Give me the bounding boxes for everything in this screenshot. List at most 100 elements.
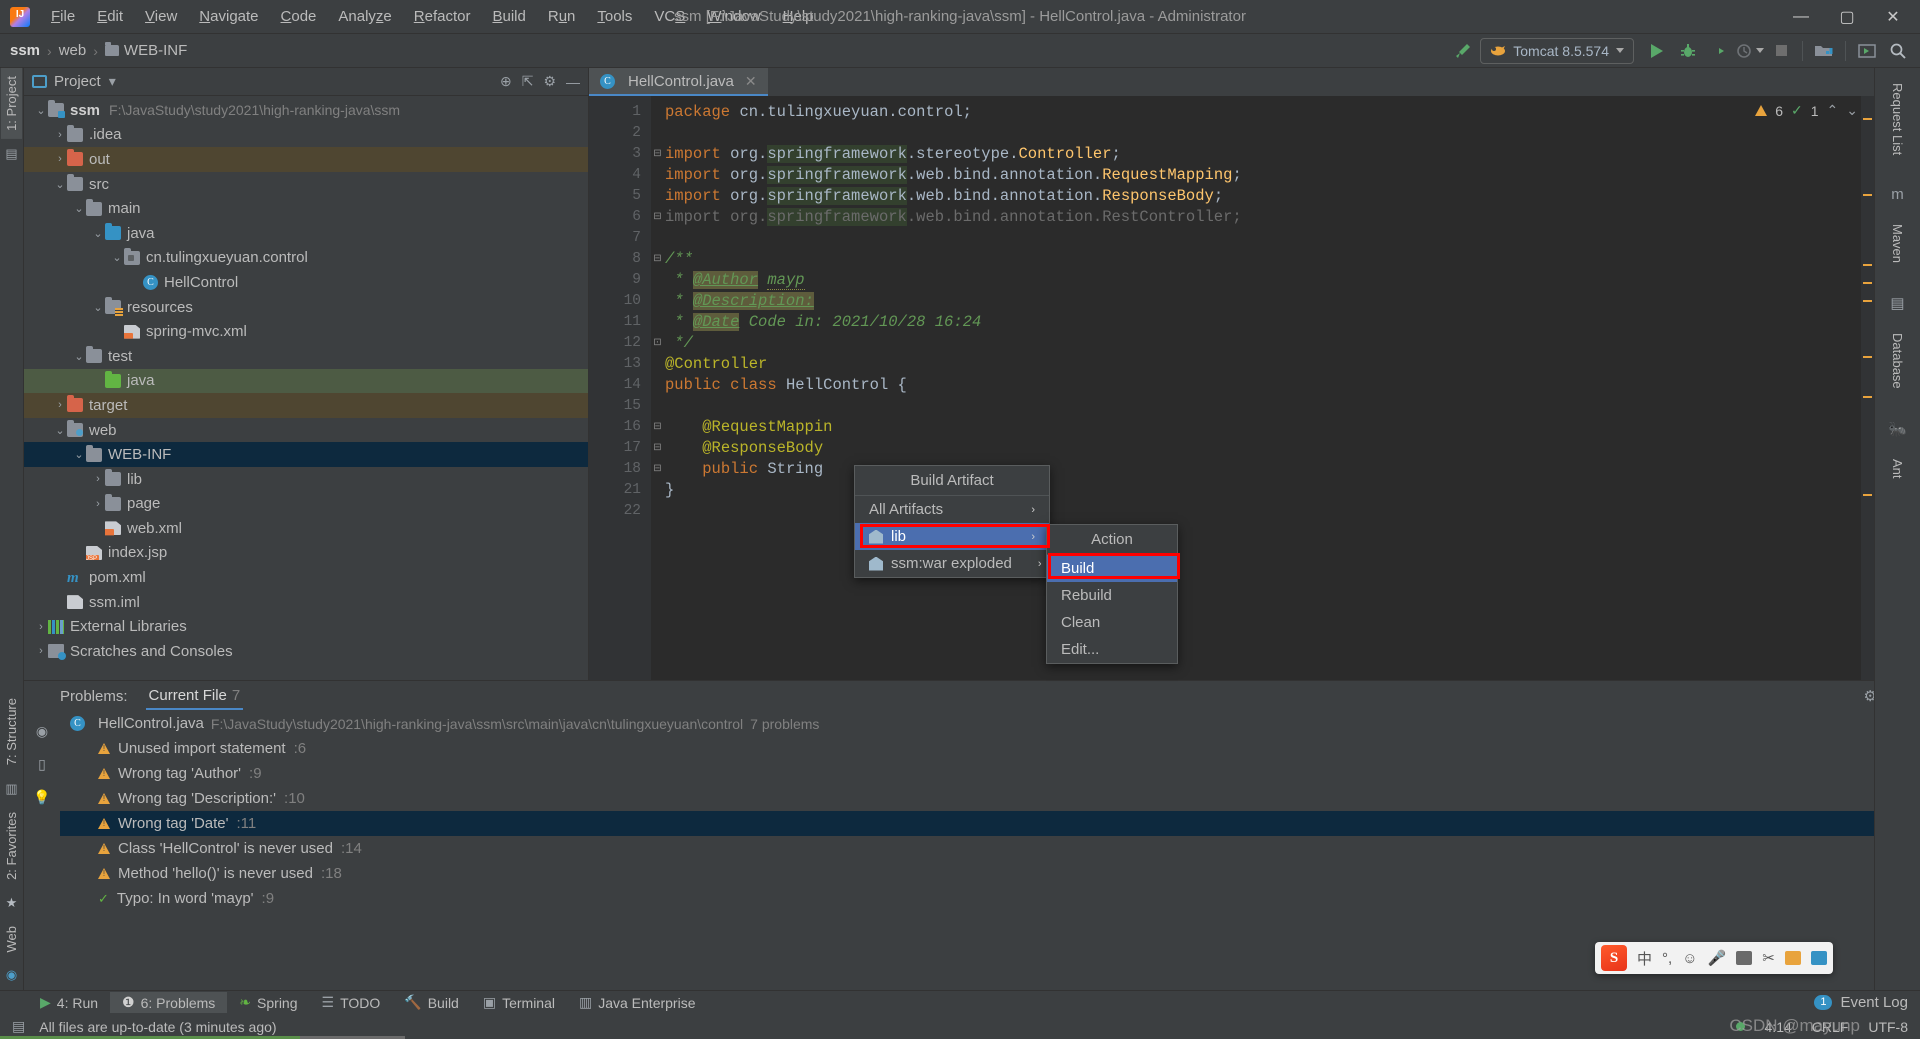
code-line[interactable]: package cn.tulingxueyuan.control; — [665, 102, 1861, 123]
tree-node-scratches-and-consoles[interactable]: ›Scratches and Consoles — [24, 639, 588, 664]
problem-row[interactable]: Wrong tag 'Description:':10 — [60, 786, 1920, 811]
menu-refactor[interactable]: Refactor — [403, 4, 482, 29]
tab-current-file[interactable]: Current File7 — [146, 683, 244, 710]
breadcrumb-item-webinf[interactable]: WEB-INF — [105, 42, 187, 59]
tree-node-main[interactable]: ⌄main — [24, 196, 588, 221]
close-icon[interactable]: ✕ — [745, 73, 757, 90]
eye-icon[interactable]: ◉ — [36, 723, 48, 740]
line-number-gutter[interactable]: 123⊟456⊟78⊟9101112⊡13141516⊟17⊟18⊟2122 — [589, 96, 651, 680]
problem-row[interactable]: Unused import statement:6 — [60, 736, 1920, 761]
tool-tab-project[interactable]: 1: Project — [1, 68, 22, 139]
code-line[interactable]: @RequestMappin — [665, 417, 1861, 438]
star-icon[interactable]: ★ — [6, 895, 18, 911]
tool-tab-structure[interactable]: 7: Structure — [1, 690, 22, 773]
profile-button[interactable] — [1736, 38, 1764, 64]
globe-icon[interactable]: ◉ — [6, 967, 17, 983]
code-line[interactable] — [665, 123, 1861, 144]
chevron-right-icon[interactable]: › — [53, 129, 67, 141]
project-structure-icon[interactable] — [1810, 38, 1838, 64]
chevron-right-icon[interactable]: › — [34, 645, 48, 657]
chevron-down-icon[interactable]: ⌄ — [72, 350, 86, 363]
menu-run[interactable]: Run — [537, 4, 587, 29]
inspection-widget[interactable]: 6 ✓ 1 ⌃ ⌄ — [1755, 102, 1858, 119]
menu-file[interactable]: File — [40, 4, 86, 29]
tree-node-web-inf[interactable]: ⌄WEB-INF — [24, 442, 588, 467]
code-line[interactable]: import org.springframework.web.bind.anno… — [665, 165, 1861, 186]
menu-build[interactable]: Build — [481, 4, 536, 29]
update-project-icon[interactable] — [1853, 38, 1881, 64]
tree-node-ssm[interactable]: ⌄ssmF:\JavaStudy\study2021\high-ranking-… — [24, 98, 588, 123]
folder-icon[interactable]: ▤ — [5, 146, 17, 162]
source-code[interactable]: package cn.tulingxueyuan.control; import … — [651, 96, 1861, 680]
code-line[interactable]: @ResponseBody — [665, 438, 1861, 459]
file-encoding[interactable]: UTF-8 — [1868, 1019, 1908, 1035]
problem-row[interactable]: Class 'HellControl' is never used:14 — [60, 836, 1920, 861]
tree-node-spring-mvc-xml[interactable]: spring-mvc.xml — [24, 319, 588, 344]
chevron-right-icon[interactable]: › — [91, 473, 105, 485]
code-line[interactable]: /** — [665, 249, 1861, 270]
locate-file-icon[interactable]: ⊕ — [500, 73, 512, 90]
error-marker-strip[interactable] — [1861, 96, 1874, 680]
tree-node-page[interactable]: ›page — [24, 492, 588, 517]
chevron-down-icon[interactable]: ⌄ — [110, 251, 124, 264]
tree-node-web[interactable]: ⌄web — [24, 418, 588, 443]
ime-mode-chinese[interactable]: 中 — [1637, 948, 1652, 969]
hide-panel-icon[interactable]: — — [566, 74, 580, 90]
tree-node-index-jsp[interactable]: index.jsp — [24, 541, 588, 566]
tree-node-lib[interactable]: ›lib — [24, 467, 588, 492]
ime-box-icon[interactable] — [1785, 951, 1801, 965]
breadcrumb-item-project[interactable]: ssm — [10, 42, 40, 59]
tool-tab-maven[interactable]: Maven — [1888, 217, 1907, 270]
code-line[interactable]: import org.springframework.web.bind.anno… — [665, 186, 1861, 207]
chevron-down-icon[interactable]: ⌄ — [53, 424, 67, 437]
tree-node-src[interactable]: ⌄src — [24, 172, 588, 197]
code-line[interactable] — [665, 396, 1861, 417]
chevron-down-icon[interactable]: ⌄ — [72, 448, 86, 461]
tool-tab-ant[interactable]: Ant — [1888, 452, 1907, 486]
run-button[interactable] — [1643, 38, 1671, 64]
tool-button-terminal[interactable]: ▣ Terminal — [471, 992, 567, 1013]
tree-node-out[interactable]: ›out — [24, 147, 588, 172]
menu-vcs[interactable]: VCS — [643, 4, 696, 29]
chevron-right-icon[interactable]: › — [34, 621, 48, 633]
code-line[interactable]: * @Description: — [665, 291, 1861, 312]
code-line[interactable]: public String — [665, 459, 1861, 480]
lightbulb-icon[interactable]: 💡 — [33, 789, 50, 806]
code-line[interactable]: */ — [665, 333, 1861, 354]
chevron-up-icon[interactable]: ⌃ — [1827, 102, 1839, 119]
code-line[interactable]: import org.springframework.web.bind.anno… — [665, 207, 1861, 228]
chevron-right-icon[interactable]: › — [91, 498, 105, 510]
tree-node-target[interactable]: ›target — [24, 393, 588, 418]
problem-row[interactable]: Wrong tag 'Author':9 — [60, 761, 1920, 786]
tree-node-external-libraries[interactable]: ›External Libraries — [24, 614, 588, 639]
menu-item-rebuild[interactable]: Rebuild — [1047, 582, 1177, 609]
chevron-down-icon[interactable]: ⌄ — [91, 227, 105, 240]
editor-tab-hellcontrol[interactable]: HellControl.java ✕ — [589, 68, 768, 96]
maven-icon[interactable]: m — [1891, 186, 1904, 203]
tool-button-build[interactable]: 🔨 Build — [392, 992, 471, 1013]
code-line[interactable]: * @Date Code in: 2021/10/28 16:24 — [665, 312, 1861, 333]
menu-edit[interactable]: Edit — [86, 4, 134, 29]
ime-tools-icon[interactable]: ✂ — [1762, 949, 1775, 967]
run-with-coverage-button[interactable] — [1705, 38, 1733, 64]
debug-button[interactable] — [1674, 38, 1702, 64]
menu-analyze[interactable]: Analyze — [327, 4, 402, 29]
tool-button-java-enterprise[interactable]: ▥ Java Enterprise — [567, 992, 708, 1013]
code-line[interactable]: import org.springframework.stereotype.Co… — [665, 144, 1861, 165]
code-line[interactable] — [665, 228, 1861, 249]
stop-button[interactable] — [1767, 38, 1795, 64]
chevron-right-icon[interactable]: › — [53, 153, 67, 165]
tree-node-resources[interactable]: ⌄resources — [24, 295, 588, 320]
problem-row[interactable]: ✓Typo: In word 'mayp':9 — [60, 886, 1920, 911]
menu-item-lib[interactable]: lib › — [855, 523, 1049, 550]
problems-file-row[interactable]: HellControl.java F:\JavaStudy\study2021\… — [60, 711, 1920, 736]
project-tree[interactable]: ⌄ssmF:\JavaStudy\study2021\high-ranking-… — [24, 96, 588, 680]
search-icon[interactable] — [1884, 38, 1912, 64]
menu-view[interactable]: View — [134, 4, 188, 29]
event-log-label[interactable]: Event Log — [1840, 994, 1908, 1011]
layout-icon[interactable]: ▯ — [38, 756, 46, 773]
code-line[interactable]: @Controller — [665, 354, 1861, 375]
tool-button-spring[interactable]: ❧ Spring — [227, 992, 309, 1013]
tree-node-java[interactable]: java — [24, 369, 588, 394]
breadcrumb-item-web[interactable]: web — [59, 42, 87, 59]
